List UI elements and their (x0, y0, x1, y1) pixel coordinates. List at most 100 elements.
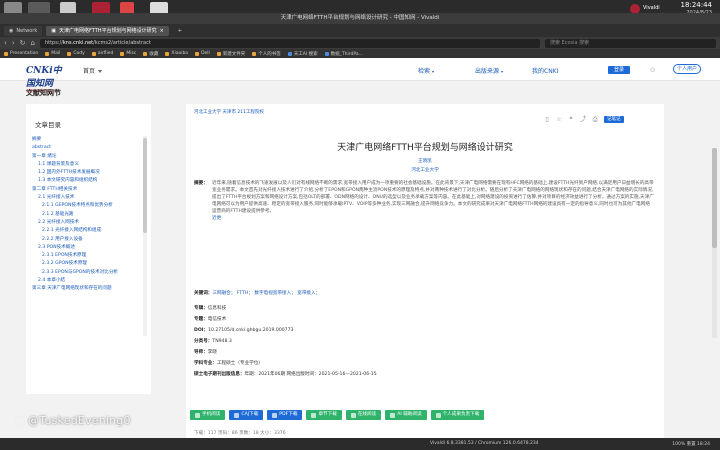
bookmark-item[interactable]: Cody (67, 51, 85, 56)
field-label: 专辑： (194, 306, 208, 311)
field-value: 李晓 (207, 350, 217, 355)
close-icon[interactable]: × (160, 28, 164, 34)
watermark-logo-icon (14, 415, 25, 427)
nav-search[interactable]: 检索 ▾ (418, 66, 434, 75)
toc-item[interactable]: 第一章 绪论 (32, 153, 140, 161)
tab-article[interactable]: ▣ 天津广电网络FTTH平台规划与网络设计研究 × (46, 25, 169, 36)
reload-icon[interactable]: ↻ (20, 39, 26, 47)
toc-item[interactable]: 1.1 课题背景及意义 (32, 161, 140, 169)
toc-item[interactable]: abstract (32, 144, 140, 152)
nav-sources[interactable]: 出版来源 ▾ (475, 66, 503, 75)
personal-download-button[interactable]: 个人成果负责下载 (430, 410, 485, 420)
field-value: 电信技术 (207, 317, 227, 322)
article-stats: 下载：117 页码：86 页数：18 大小：3376 (194, 431, 286, 436)
quote-icon[interactable]: ❝ (568, 116, 574, 123)
abstract-toggle[interactable]: 近更 (212, 216, 221, 221)
field-label: 关键词： (194, 291, 213, 296)
toc-panel: 文章目录 摘要 abstract 第一章 绪论 1.1 课题背景及意义 1.2 国内外F… (26, 104, 151, 394)
bookmark-item[interactable]: Xiaoiba (165, 51, 188, 56)
bookmark-item[interactable]: Misc (120, 51, 136, 56)
forward-icon[interactable]: › (12, 39, 15, 47)
toc-list: 摘要 abstract 第一章 绪论 1.1 课题背景及意义 1.2 国内外FTTH技术… (26, 136, 151, 294)
print-icon[interactable]: ⎙ (592, 116, 598, 123)
field-value[interactable]: 三网融合； FTTH； 数字电视宽带接入； 宽带接入； (212, 291, 320, 296)
toc-item[interactable]: 2.2.2 用户接入设备 (32, 236, 140, 244)
toc-item[interactable]: 1.2 国内外FTTH技术发展概况 (32, 169, 140, 177)
bookmark-item[interactable]: 收藏 (143, 51, 158, 57)
chapter-download-button[interactable]: 章节下载 (306, 410, 342, 420)
home-icon[interactable]: ⌂ (31, 39, 35, 47)
abstract-block: 摘要： 近年来,随着信息技术的飞速发展以及人们对有线网络不断的需求,宽带接入用户… (194, 180, 654, 223)
star-icon[interactable]: ☆ (556, 116, 562, 123)
field-value: 年期：2021年06期 网络出版时间：2021-05-16—2021-06-15 (244, 372, 377, 377)
home-dropdown[interactable]: 首页 (83, 66, 102, 75)
bookmark-item[interactable]: 数据_ThirdPa... (324, 51, 363, 57)
field-value: TN948.3 (212, 339, 232, 344)
article-affiliation[interactable]: 河北工业大学 (186, 167, 664, 173)
login-button[interactable]: 登录 (608, 66, 630, 74)
toc-item[interactable]: 2.1.2 基础光路 (32, 211, 140, 219)
toc-item[interactable]: 1.3 本文研究内容和组织结构 (32, 177, 140, 185)
chevron-down-icon: ▾ (500, 69, 503, 74)
pdf-download-button[interactable]: PDF下载 (267, 410, 303, 420)
metadata-field: 导师：李晓 (194, 349, 217, 356)
globe-icon: ◉ (9, 27, 14, 34)
toc-item[interactable]: 2.1 光纤接入技术 (32, 194, 140, 202)
bookmark-item[interactable]: 个人的书签 (252, 51, 281, 57)
toc-item[interactable]: 2.3.3 EPON与GPON的技术对比分析 (32, 269, 140, 277)
page-content: CNKi中国知网 中国知识基础设施工程 首页 检索 ▾ 出版来源 ▾ 我的CNK… (0, 58, 720, 438)
bookmark-item[interactable]: 新建文件夹 (216, 51, 245, 57)
status-right: 100% 重置 18:24 (672, 442, 710, 447)
toc-item[interactable]: 2.1.1 GEPON技术特点和优势分析 (32, 202, 140, 210)
nav-my-cnki[interactable]: 我的CNKI (532, 66, 558, 75)
tab-bar: ◉ Network ▣ 天津广电网络FTTH平台规划与网络设计研究 × + (0, 24, 720, 37)
toc-item[interactable]: 2.4 本章小结 (32, 277, 140, 285)
mobile-read-button[interactable]: 手机阅读 (190, 410, 226, 420)
status-bar: Vivaldi 6.8.3381.53 / Chromium 126.0.647… (0, 438, 720, 450)
action-bar: 手机阅读 CAJ下载 PDF下载 章节下载 在线阅读 AI 辅助阅读 个人成果负… (190, 410, 485, 420)
bookmark-item[interactable]: 天工AI 搜索 (287, 51, 318, 57)
article-author[interactable]: 王晓凯 (186, 158, 664, 164)
user-icon[interactable]: ⚇ (650, 67, 655, 74)
share-icon[interactable]: ⤴ (580, 116, 586, 123)
abstract-text: 近年来,随着信息技术的飞速发展以及人们对有线网络不断的需求,宽带接入用户成为一项… (212, 181, 654, 222)
section-title: 文献知网节 (26, 89, 61, 97)
url-field[interactable]: https://kns.cnki.net/kcms2/article/abstr… (39, 38, 540, 48)
online-read-button[interactable]: 在线阅读 (345, 410, 382, 420)
toc-item[interactable]: 2.3.1 EPON技术原理 (32, 252, 140, 260)
metadata-field: 硕士电子期刊出版信息：年期：2021年06期 网络出版时间：2021-05-16… (194, 371, 377, 378)
metadata-field: 专辑：信息科技 (194, 305, 226, 312)
personal-user-button[interactable]: 个人用户 (673, 64, 701, 74)
address-bar: ‹ › ↻ ⌂ https://kns.cnki.net/kcms2/artic… (0, 37, 720, 49)
toc-scrollbar[interactable] (143, 136, 147, 336)
toc-item[interactable]: 第三章 天津广电网络现状和存在的问题 (32, 285, 140, 293)
toc-item[interactable]: 摘要 (32, 136, 140, 144)
toc-item[interactable]: 第二章 FTTH相关技术 (32, 186, 140, 194)
field-label: 分类号： (194, 339, 213, 344)
toc-item[interactable]: 2.3 PON技术概述 (32, 244, 140, 252)
bookmark-item[interactable]: Presentation (4, 51, 38, 56)
article-title: 天津广电网络FTTH平台规划与网络设计研究 (337, 143, 513, 153)
tab-network[interactable]: ◉ Network (4, 25, 43, 36)
note-button[interactable]: 记笔记 (604, 116, 624, 123)
field-label: 专题： (194, 317, 208, 322)
toc-heading: 文章目录 (35, 121, 61, 129)
cnki-logo[interactable]: CNKi中国知网 中国知识基础设施工程 (26, 63, 70, 93)
ai-read-button[interactable]: AI 辅助阅读 (385, 410, 427, 420)
toc-item[interactable]: 2.2.1 光纤接入网结构和组成 (32, 227, 140, 235)
toc-item[interactable]: 2.3.2 GPON技术原理 (32, 260, 140, 268)
field-value: 信息科技 (207, 306, 227, 311)
caj-download-button[interactable]: CAJ下载 (229, 410, 264, 420)
back-icon[interactable]: ‹ (4, 39, 7, 47)
bookmark-item[interactable]: airflied (91, 51, 113, 56)
field-value: 工程硕士（专业学位） (216, 361, 263, 366)
bookmark-item[interactable]: Mail (45, 51, 60, 56)
mobile-icon[interactable]: ▯ (544, 116, 550, 123)
new-tab-button[interactable]: + (173, 26, 187, 36)
toc-item[interactable]: 2.2 光纤接入网技术 (32, 219, 140, 227)
os-user: Vivaldi (643, 5, 660, 11)
breadcrumb[interactable]: 河北工业大学 天津市 211工程院校 (194, 109, 264, 115)
page-scrollbar[interactable] (712, 148, 717, 338)
bookmark-item[interactable]: Dell (195, 51, 210, 56)
browser-search-input[interactable]: 搜索 Ecosia 搜索 (544, 38, 716, 48)
